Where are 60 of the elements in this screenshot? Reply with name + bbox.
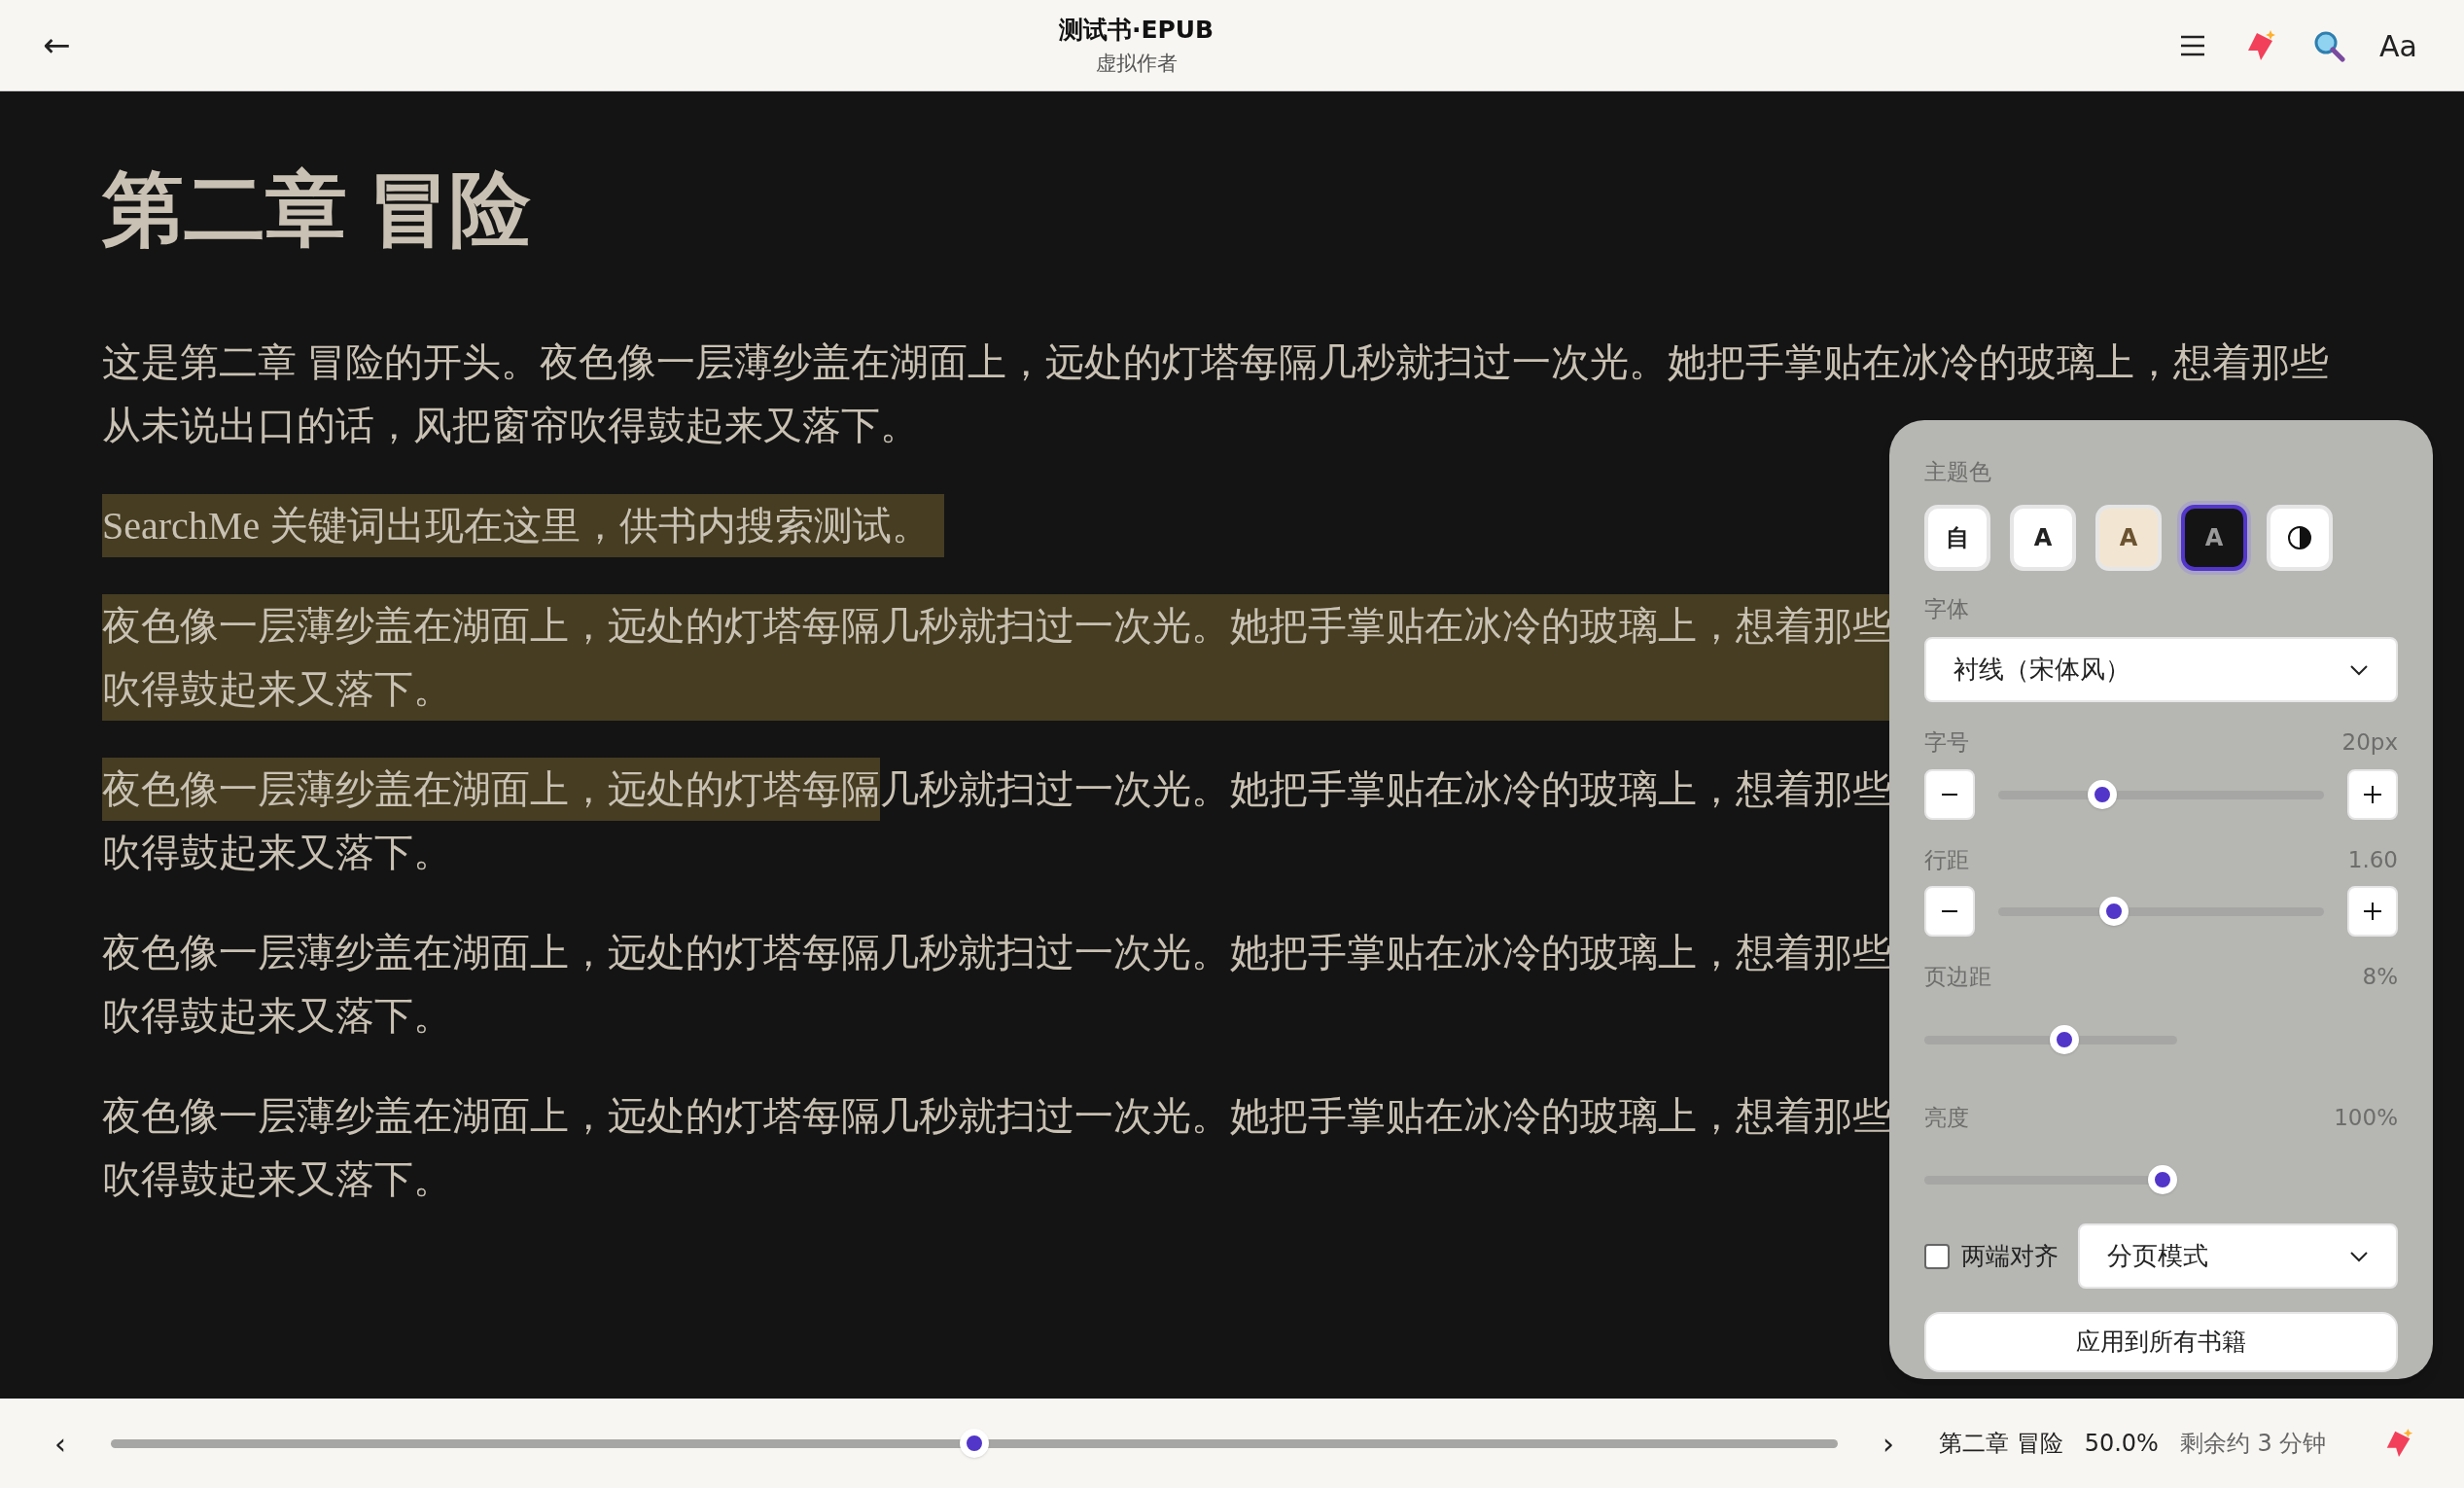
theme-label: 主题色 bbox=[1924, 458, 1992, 486]
paragraph-text: 吹得鼓起来又落下。 bbox=[102, 830, 452, 876]
justify-checkbox[interactable] bbox=[1924, 1243, 1950, 1269]
progress-percent: 50.0% bbox=[2084, 1429, 2159, 1459]
minus-icon bbox=[1942, 909, 1957, 913]
book-title: 测试书·EPUB bbox=[1058, 15, 1214, 46]
slider-thumb[interactable] bbox=[2049, 1024, 2079, 1054]
previous-page-button[interactable]: ‹ bbox=[49, 1421, 72, 1466]
setting-label: 亮度 bbox=[1924, 1103, 1969, 1132]
slider-thumb[interactable] bbox=[2087, 779, 2117, 809]
slider-track[interactable] bbox=[1998, 897, 2324, 926]
theme-swatch[interactable]: A bbox=[2095, 504, 2162, 571]
menu-icon bbox=[2180, 34, 2206, 56]
next-page-button[interactable]: › bbox=[1877, 1421, 1900, 1466]
slider-track[interactable] bbox=[1998, 779, 2324, 809]
setting-label: 行距 bbox=[1924, 845, 1969, 874]
paragraph-text: 夜色像一层薄纱盖在湖面上，远处的灯塔每隔几秒就扫过一次光。她把手掌贴在冰冷的玻璃上，想着那些 bbox=[102, 603, 1891, 650]
back-button[interactable]: ← bbox=[43, 20, 101, 70]
apply-all-button[interactable]: 应用到所有书籍 bbox=[1924, 1312, 2398, 1372]
setting-value: 100% bbox=[2334, 1103, 2398, 1132]
setting-value: 20px bbox=[2341, 728, 2398, 757]
paragraph-text: 几秒就扫过一次光。她把手掌贴在冰冷的玻璃上，想着那些 bbox=[880, 766, 1891, 813]
paragraph-text: 吹得鼓起来又落下。 bbox=[102, 1156, 452, 1203]
font-label: 字体 bbox=[1924, 594, 1970, 623]
increase-button[interactable] bbox=[2347, 886, 2398, 937]
slider-track[interactable] bbox=[111, 1429, 1838, 1458]
paragraph-text: 夜色像一层薄纱盖在湖面上，远处的灯塔每隔几秒就扫过一次光。她把手掌贴在冰冷的玻璃上，想着那些 bbox=[102, 930, 1891, 976]
setting-value: 1.60 bbox=[2347, 845, 2398, 874]
plus-icon bbox=[2364, 903, 2381, 920]
paragraph-text: 这是第二章 冒险的开头。夜色像一层薄纱盖在湖面上，远处的灯塔每隔几秒就扫过一次光。她把手掌贴在冰冷的玻璃上，想着那些 bbox=[102, 339, 2329, 386]
slider-thumb[interactable] bbox=[2148, 1165, 2177, 1194]
slider-thumb[interactable] bbox=[2098, 897, 2129, 926]
time-remaining: 剩余约 3 分钟 bbox=[2179, 1429, 2327, 1459]
font-select[interactable]: 衬线（宋体风） bbox=[1924, 637, 2398, 702]
font-settings-button[interactable]: Aa bbox=[2376, 23, 2421, 67]
plus-icon bbox=[2364, 785, 2381, 803]
highlighted-text: SearchMe 关键词出现在这里，供书内搜索测试。 bbox=[102, 494, 945, 557]
paragraph-text: 吹得鼓起来又落下。 bbox=[102, 666, 452, 713]
slider-thumb[interactable] bbox=[960, 1429, 989, 1458]
setting-value: 8% bbox=[2362, 963, 2398, 991]
contrast-icon bbox=[2287, 524, 2312, 550]
theme-swatch[interactable]: A bbox=[2010, 504, 2076, 571]
chevron-down-icon bbox=[2349, 1250, 2369, 1262]
book-author: 虚拟作者 bbox=[1095, 50, 1178, 77]
paragraph-text: 吹得鼓起来又落下。 bbox=[102, 993, 452, 1040]
contrast-theme-button[interactable] bbox=[2267, 504, 2333, 571]
theme-swatch[interactable]: 自 bbox=[1924, 504, 1990, 571]
chapter-name: 第二章 冒险 bbox=[1939, 1429, 2063, 1459]
page-mode-select[interactable]: 分页模式 bbox=[2078, 1223, 2398, 1289]
slider-track[interactable] bbox=[1924, 1165, 2177, 1194]
slider-track[interactable] bbox=[1924, 1024, 2177, 1054]
setting-label: 字号 bbox=[1924, 728, 1969, 757]
highlighted-text: 夜色像一层薄纱盖在湖面上，远处的灯塔每隔 bbox=[102, 758, 880, 821]
paragraph-text: 夜色像一层薄纱盖在湖面上，远处的灯塔每隔几秒就扫过一次光。她把手掌贴在冰冷的玻璃上，想着那些 bbox=[102, 1093, 1891, 1140]
increase-button[interactable] bbox=[2347, 768, 2398, 820]
setting-label: 页边距 bbox=[1924, 963, 1991, 991]
justify-label: 两端对齐 bbox=[1961, 1240, 2059, 1272]
minus-icon bbox=[1942, 792, 1957, 797]
chevron-down-icon bbox=[2349, 663, 2369, 676]
paragraph-text: 从未说出口的话，风把窗帘吹得鼓起来又落下。 bbox=[102, 403, 919, 449]
